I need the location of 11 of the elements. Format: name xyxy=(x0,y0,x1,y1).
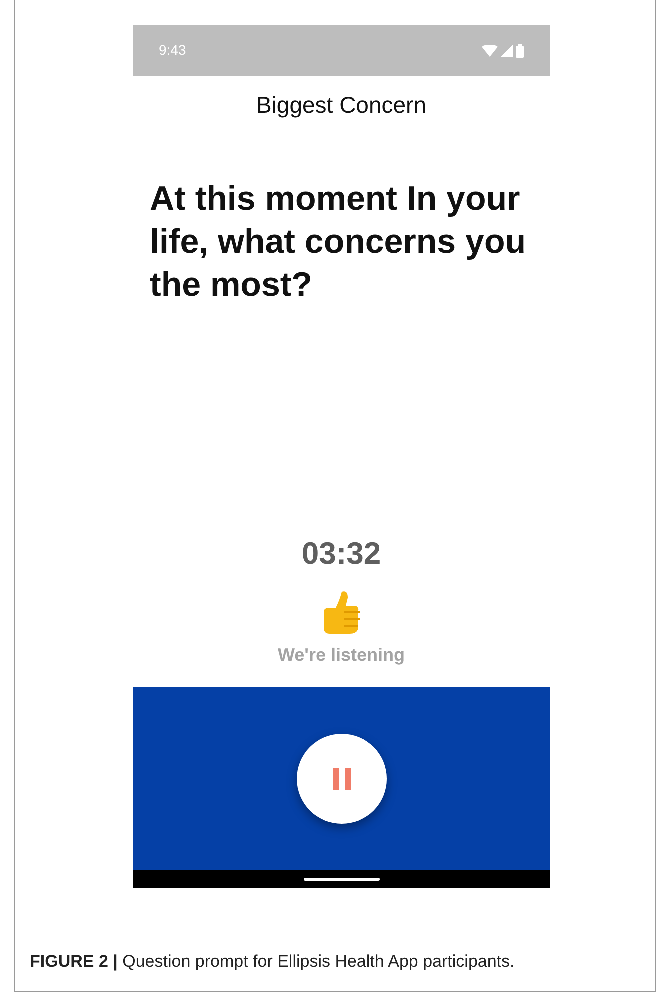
signal-icon xyxy=(501,44,513,56)
screen-title: Biggest Concern xyxy=(256,90,427,120)
pause-icon xyxy=(332,768,352,790)
battery-icon xyxy=(516,44,524,58)
status-time: 9:43 xyxy=(159,41,186,60)
wifi-icon xyxy=(482,44,498,56)
question-text: At this moment In your life, what concerns you the most? xyxy=(150,179,527,306)
listening-status: We're listening xyxy=(278,644,405,667)
home-indicator[interactable] xyxy=(304,878,380,880)
timer: 03:32 xyxy=(302,535,382,573)
figure-caption: FIGURE 2 | Question prompt for Ellipsis Health App participants. xyxy=(30,950,515,973)
